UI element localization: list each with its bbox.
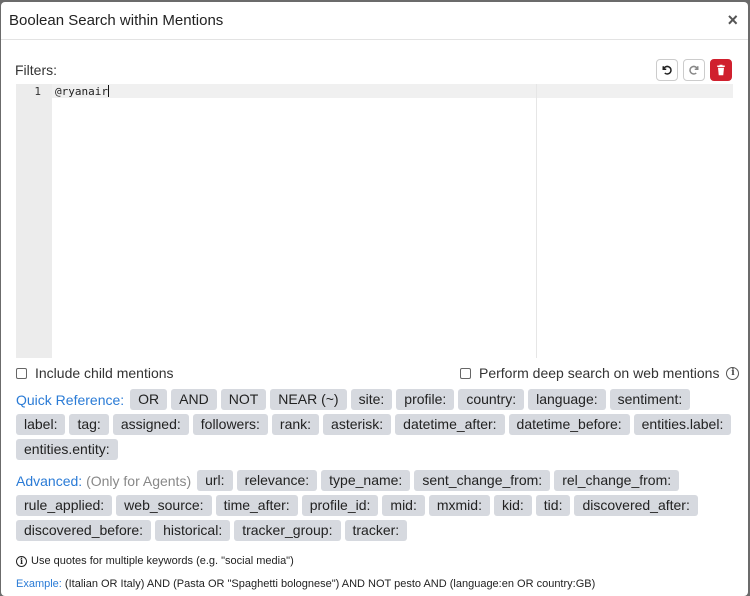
quick-reference-tag[interactable]: profile: (396, 389, 455, 410)
quick-reference-tag[interactable]: datetime_after: (395, 414, 505, 435)
filters-label: Filters: (15, 62, 57, 78)
advanced-tag[interactable]: rule_applied: (16, 495, 113, 516)
advanced-title: Advanced: (Only for Agents) (16, 473, 191, 489)
advanced-tag[interactable]: relevance: (236, 470, 318, 491)
redo-icon (689, 65, 699, 75)
info-icon: i (16, 555, 27, 567)
advanced-tag[interactable]: sent_change_from: (414, 470, 551, 491)
clear-button[interactable] (710, 59, 732, 81)
advanced-note: (Only for Agents) (86, 472, 192, 489)
text-cursor (107, 85, 109, 97)
advanced-tag[interactable]: profile_id: (301, 495, 379, 516)
quick-reference-tag[interactable]: sentiment: (609, 389, 691, 410)
dialog-header: Boolean Search within Mentions × (1, 2, 748, 40)
dialog-title: Boolean Search within Mentions (9, 12, 224, 29)
advanced-title-label: Advanced: (16, 472, 83, 489)
quick-reference-tag[interactable]: entities.label: (633, 414, 732, 435)
example-text: (Italian OR Italy) AND (Pasta OR "Spaghe… (64, 578, 596, 590)
filter-editor[interactable]: 1 @ryanair (16, 84, 733, 358)
quick-reference-tag[interactable]: entities.entity: (16, 439, 118, 460)
quick-reference-tag[interactable]: tag: (69, 414, 109, 435)
advanced-tag[interactable]: tracker: (344, 520, 408, 541)
advanced-tag[interactable]: web_source: (116, 495, 212, 516)
close-icon[interactable]: × (727, 10, 738, 30)
advanced-tag[interactable]: mid: (382, 495, 425, 516)
editor-text[interactable]: @ryanair (55, 85, 109, 98)
quick-reference-tag[interactable]: assigned: (112, 414, 189, 435)
deep-search-checkbox[interactable] (460, 367, 471, 379)
advanced-tag[interactable]: tracker_group: (234, 520, 341, 541)
include-child-option: Include child mentions (16, 365, 174, 381)
undo-icon (662, 65, 672, 75)
include-child-checkbox[interactable] (16, 367, 27, 379)
quick-reference-tag[interactable]: AND (171, 389, 217, 410)
quick-reference-title: Quick Reference: (16, 391, 125, 408)
line-number: 1 (34, 85, 41, 98)
advanced-tag[interactable]: rel_change_from: (554, 470, 680, 491)
undo-button[interactable] (656, 59, 678, 81)
advanced-tag[interactable]: kid: (493, 495, 532, 516)
quick-reference-tag[interactable]: NEAR (~) (270, 389, 347, 410)
quick-reference: Quick Reference: OR AND NOT NEAR (~) site: pr… (16, 389, 741, 460)
quotes-tip-text: Use quotes for multiple keywords (e.g. "… (31, 555, 294, 567)
advanced-tag[interactable]: mxmid: (428, 495, 490, 516)
deep-search-label: Perform deep search on web mentions (479, 365, 720, 381)
trash-icon (717, 64, 725, 76)
quick-reference-tag[interactable]: site: (350, 389, 393, 410)
advanced-tag[interactable]: historical: (155, 520, 231, 541)
quick-reference-tag[interactable]: OR (130, 389, 168, 410)
example-line: Example: (Italian OR Italy) AND (Pasta O… (16, 578, 595, 590)
editor-value: @ryanair (55, 85, 108, 98)
quotes-tip: i Use quotes for multiple keywords (e.g.… (16, 555, 294, 567)
print-margin (536, 84, 537, 358)
redo-button[interactable] (683, 59, 705, 81)
quick-reference-tag[interactable]: country: (458, 389, 525, 410)
boolean-search-dialog: Boolean Search within Mentions × Filters… (1, 2, 748, 596)
info-icon[interactable]: i (726, 366, 740, 380)
advanced-reference: Advanced: (Only for Agents) url: relevanc… (16, 470, 741, 541)
quick-reference-tag[interactable]: asterisk: (323, 414, 392, 435)
quick-reference-tag[interactable]: followers: (192, 414, 268, 435)
advanced-tag[interactable]: url: (197, 470, 233, 491)
example-label: Example: (16, 578, 62, 590)
include-child-label: Include child mentions (35, 365, 174, 381)
quick-reference-tag[interactable]: language: (528, 389, 606, 410)
active-line-highlight (52, 84, 733, 98)
deep-search-option: Perform deep search on web mentions i (460, 365, 740, 381)
advanced-tag[interactable]: tid: (535, 495, 571, 516)
advanced-tag[interactable]: time_after: (215, 495, 298, 516)
quick-reference-tag[interactable]: datetime_before: (508, 414, 630, 435)
quick-reference-tag[interactable]: NOT (220, 389, 267, 410)
quick-reference-tag[interactable]: rank: (271, 414, 320, 435)
advanced-tag[interactable]: discovered_after: (574, 495, 698, 516)
editor-gutter: 1 (16, 84, 52, 358)
advanced-tag[interactable]: type_name: (321, 470, 411, 491)
advanced-tag[interactable]: discovered_before: (16, 520, 152, 541)
quick-reference-tag[interactable]: label: (16, 414, 66, 435)
